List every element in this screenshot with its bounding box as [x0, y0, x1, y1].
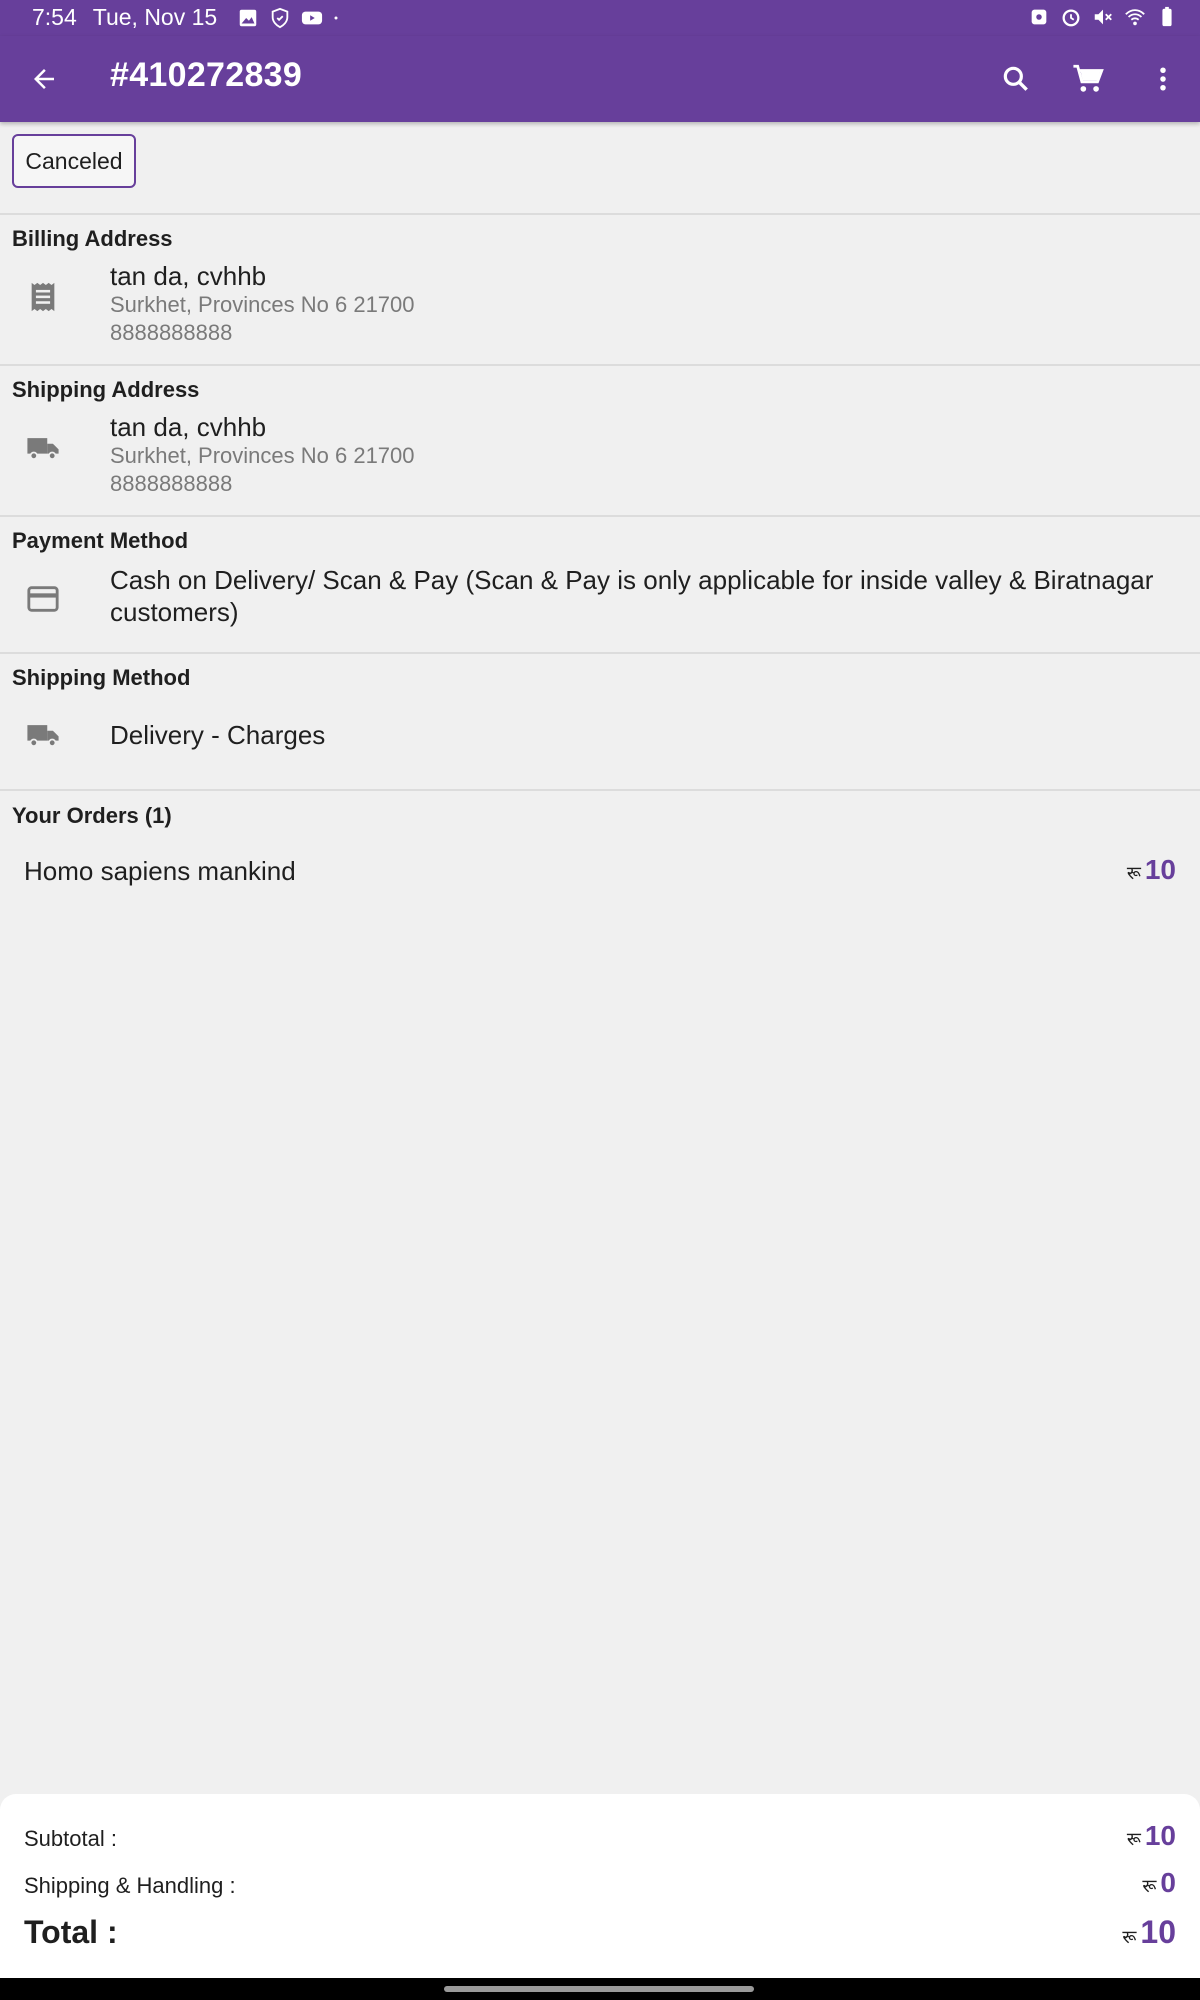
cart-button[interactable] [1067, 57, 1111, 101]
subtotal-amount: 10 [1144, 1820, 1176, 1851]
status-time: 7:54 [32, 4, 77, 30]
currency-symbol: रू [1142, 1876, 1157, 1896]
divider [0, 364, 1200, 366]
home-handle[interactable] [444, 1986, 754, 1992]
receipt-icon [31, 282, 55, 312]
cart-icon [1073, 64, 1104, 92]
truck-icon [27, 438, 59, 460]
currency-symbol: रू [1122, 1927, 1137, 1947]
payment-method-title: Payment Method [12, 528, 189, 553]
shipping-handling-label: Shipping & Handling : [24, 1873, 236, 1898]
order-status-chip[interactable]: Canceled [12, 134, 136, 188]
lock-icon [1031, 9, 1047, 25]
truck-icon [27, 725, 59, 747]
shipping-handling-value: रू 0 [1142, 1867, 1176, 1899]
subtotal-label: Subtotal : [24, 1826, 117, 1851]
billing-address: Surkhet, Provinces No 6 21700 [110, 292, 415, 317]
divider [0, 789, 1200, 791]
status-bar: 7:54 Tue, Nov 15 [0, 0, 1200, 36]
alarm-icon [1062, 9, 1080, 27]
shipping-method-title: Shipping Method [12, 665, 191, 690]
total-value: रू 10 [1122, 1914, 1176, 1951]
divider [0, 652, 1200, 654]
total-amount: 10 [1140, 1914, 1176, 1950]
your-orders-title: Your Orders (1) [12, 803, 172, 828]
dot-icon [334, 16, 338, 19]
shipping-phone: 8888888888 [110, 471, 233, 496]
arrow-back-icon [34, 69, 54, 89]
hand-shield-icon [271, 7, 289, 28]
page-title: #410272839 [110, 56, 303, 94]
payment-method-text: Cash on Delivery/ Scan & Pay (Scan & Pay… [110, 565, 1154, 627]
billing-name: tan da, cvhhb [110, 261, 267, 291]
back-button[interactable] [22, 57, 66, 101]
shipping-address-title: Shipping Address [12, 377, 200, 402]
shipping-name: tan da, cvhhb [110, 412, 267, 442]
billing-address-title: Billing Address [12, 226, 173, 251]
youtube-icon [302, 11, 323, 24]
search-button[interactable] [994, 57, 1038, 101]
divider [0, 213, 1200, 215]
order-item-name: Homo sapiens mankind [24, 856, 296, 886]
subtotal-value: रू 10 [1127, 1820, 1176, 1852]
divider [0, 515, 1200, 517]
order-item-price: रू 10 [1127, 854, 1176, 886]
shipping-method-text: Delivery - Charges [110, 720, 326, 750]
credit-card-icon [27, 586, 59, 612]
battery-icon [1162, 6, 1172, 27]
total-label: Total : [24, 1914, 118, 1950]
gallery-icon [239, 9, 257, 26]
shipping-address: Surkhet, Provinces No 6 21700 [110, 443, 415, 468]
currency-symbol: रू [1126, 863, 1141, 883]
more-vert-icon [1160, 67, 1166, 91]
mute-icon [1094, 9, 1112, 25]
order-item[interactable]: Homo sapiens mankind रू 10 [24, 852, 1176, 892]
status-date: Tue, Nov 15 [92, 4, 218, 30]
currency-symbol: रू [1126, 1829, 1141, 1849]
order-item-price-value: 10 [1144, 854, 1176, 885]
order-summary: Subtotal : रू 10 Shipping & Handling : रू… [0, 1794, 1200, 1978]
billing-phone: 8888888888 [110, 320, 233, 345]
wifi-icon [1125, 9, 1145, 26]
app-bar: #410272839 [0, 36, 1200, 122]
shipping-handling-amount: 0 [1160, 1867, 1176, 1898]
more-button[interactable] [1141, 57, 1185, 101]
search-icon [1003, 66, 1028, 91]
system-nav-bar [0, 1978, 1200, 2000]
